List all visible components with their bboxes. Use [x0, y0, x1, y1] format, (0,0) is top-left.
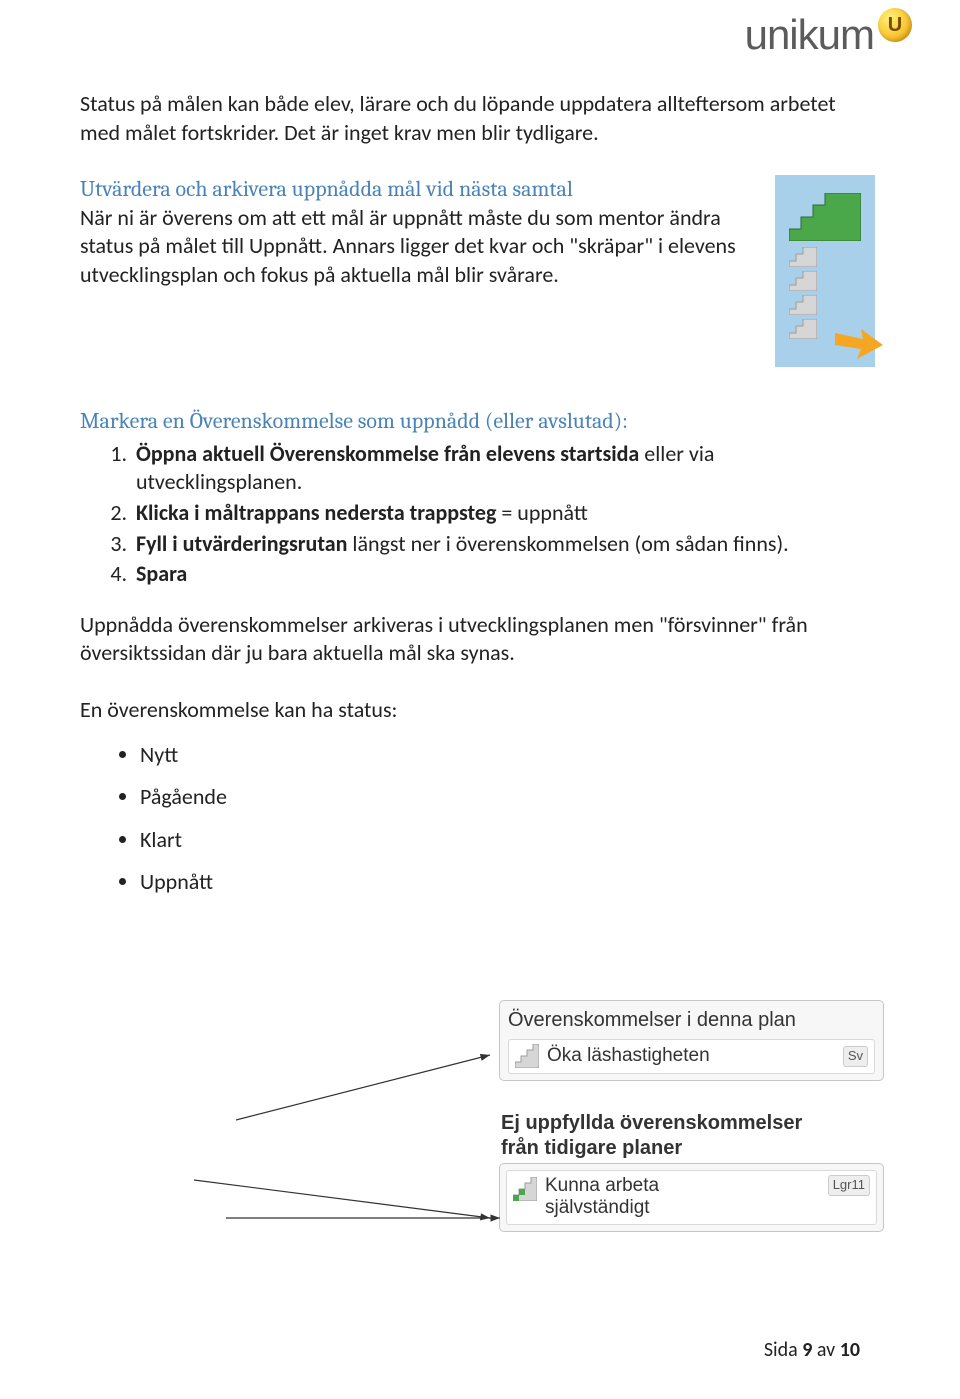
- agreement-item-label: Öka läshastigheten: [547, 1044, 710, 1069]
- brand-badge-icon: U: [878, 8, 912, 42]
- brand-logo: unikum U: [745, 8, 912, 63]
- status-item-pagaende: Pågående: [140, 783, 875, 812]
- agreements-panel: Överenskommelser i denna plan Öka läshas…: [499, 1000, 884, 1081]
- heading-mark-done: Markera en Överenskommelse som uppnådd (…: [80, 407, 875, 436]
- unfulfilled-item[interactable]: Kunna arbeta självständigt Lgr11: [506, 1170, 877, 1226]
- brand-text: unikum: [745, 8, 874, 63]
- unfulfilled-item-label: Kunna arbeta självständigt: [545, 1175, 659, 1221]
- stair-mini-green-icon: [513, 1177, 537, 1201]
- step-item: Fyll i utvärderingsrutan längst ner i öv…: [132, 530, 875, 559]
- unfulfilled-panel-title: Ej uppfyllda överenskommelser från tidig…: [501, 1111, 884, 1161]
- status-item-nytt: Nytt: [140, 741, 875, 770]
- status-item-klart: Klart: [140, 826, 875, 855]
- unfulfilled-panel: Kunna arbeta självständigt Lgr11: [499, 1163, 884, 1233]
- curriculum-badge: Lgr11: [828, 1175, 870, 1196]
- stair-step-icon: [789, 247, 817, 267]
- page-footer: Sida 9 av 10: [764, 1337, 860, 1363]
- step-item: Spara: [132, 560, 875, 589]
- goal-stair-illustration: [775, 175, 875, 367]
- stair-step-icon: [789, 271, 817, 291]
- paragraph-archive: Uppnådda överenskommelser arkiveras i ut…: [80, 611, 875, 668]
- step-item: Klicka i måltrappans nedersta trappsteg …: [132, 499, 875, 528]
- step-item: Öppna aktuell Överenskommelse från eleve…: [132, 440, 875, 497]
- arrow-pointer-icon: [835, 321, 883, 361]
- agreement-item[interactable]: Öka läshastigheten Sv: [508, 1039, 875, 1074]
- status-list: Nytt Pågående Klart Uppnått: [80, 741, 875, 897]
- heading-evaluate: Utvärdera och arkivera uppnådda mål vid …: [80, 175, 757, 204]
- stair-top-icon: [789, 193, 861, 241]
- status-intro: En överenskommelse kan ha status:: [80, 696, 420, 725]
- paragraph-intro: Status på målen kan både elev, lärare oc…: [80, 90, 875, 147]
- paragraph-evaluate: När ni är överens om att ett mål är uppn…: [80, 204, 757, 290]
- status-item-uppnatt: Uppnått: [140, 868, 875, 897]
- steps-list: Öppna aktuell Överenskommelse från eleve…: [80, 440, 875, 589]
- stair-mini-icon: [515, 1044, 539, 1068]
- stair-step-icon: [789, 295, 817, 315]
- subject-badge: Sv: [843, 1046, 868, 1067]
- stair-step-icon: [789, 319, 817, 339]
- agreements-panel-title: Överenskommelser i denna plan: [508, 1007, 875, 1033]
